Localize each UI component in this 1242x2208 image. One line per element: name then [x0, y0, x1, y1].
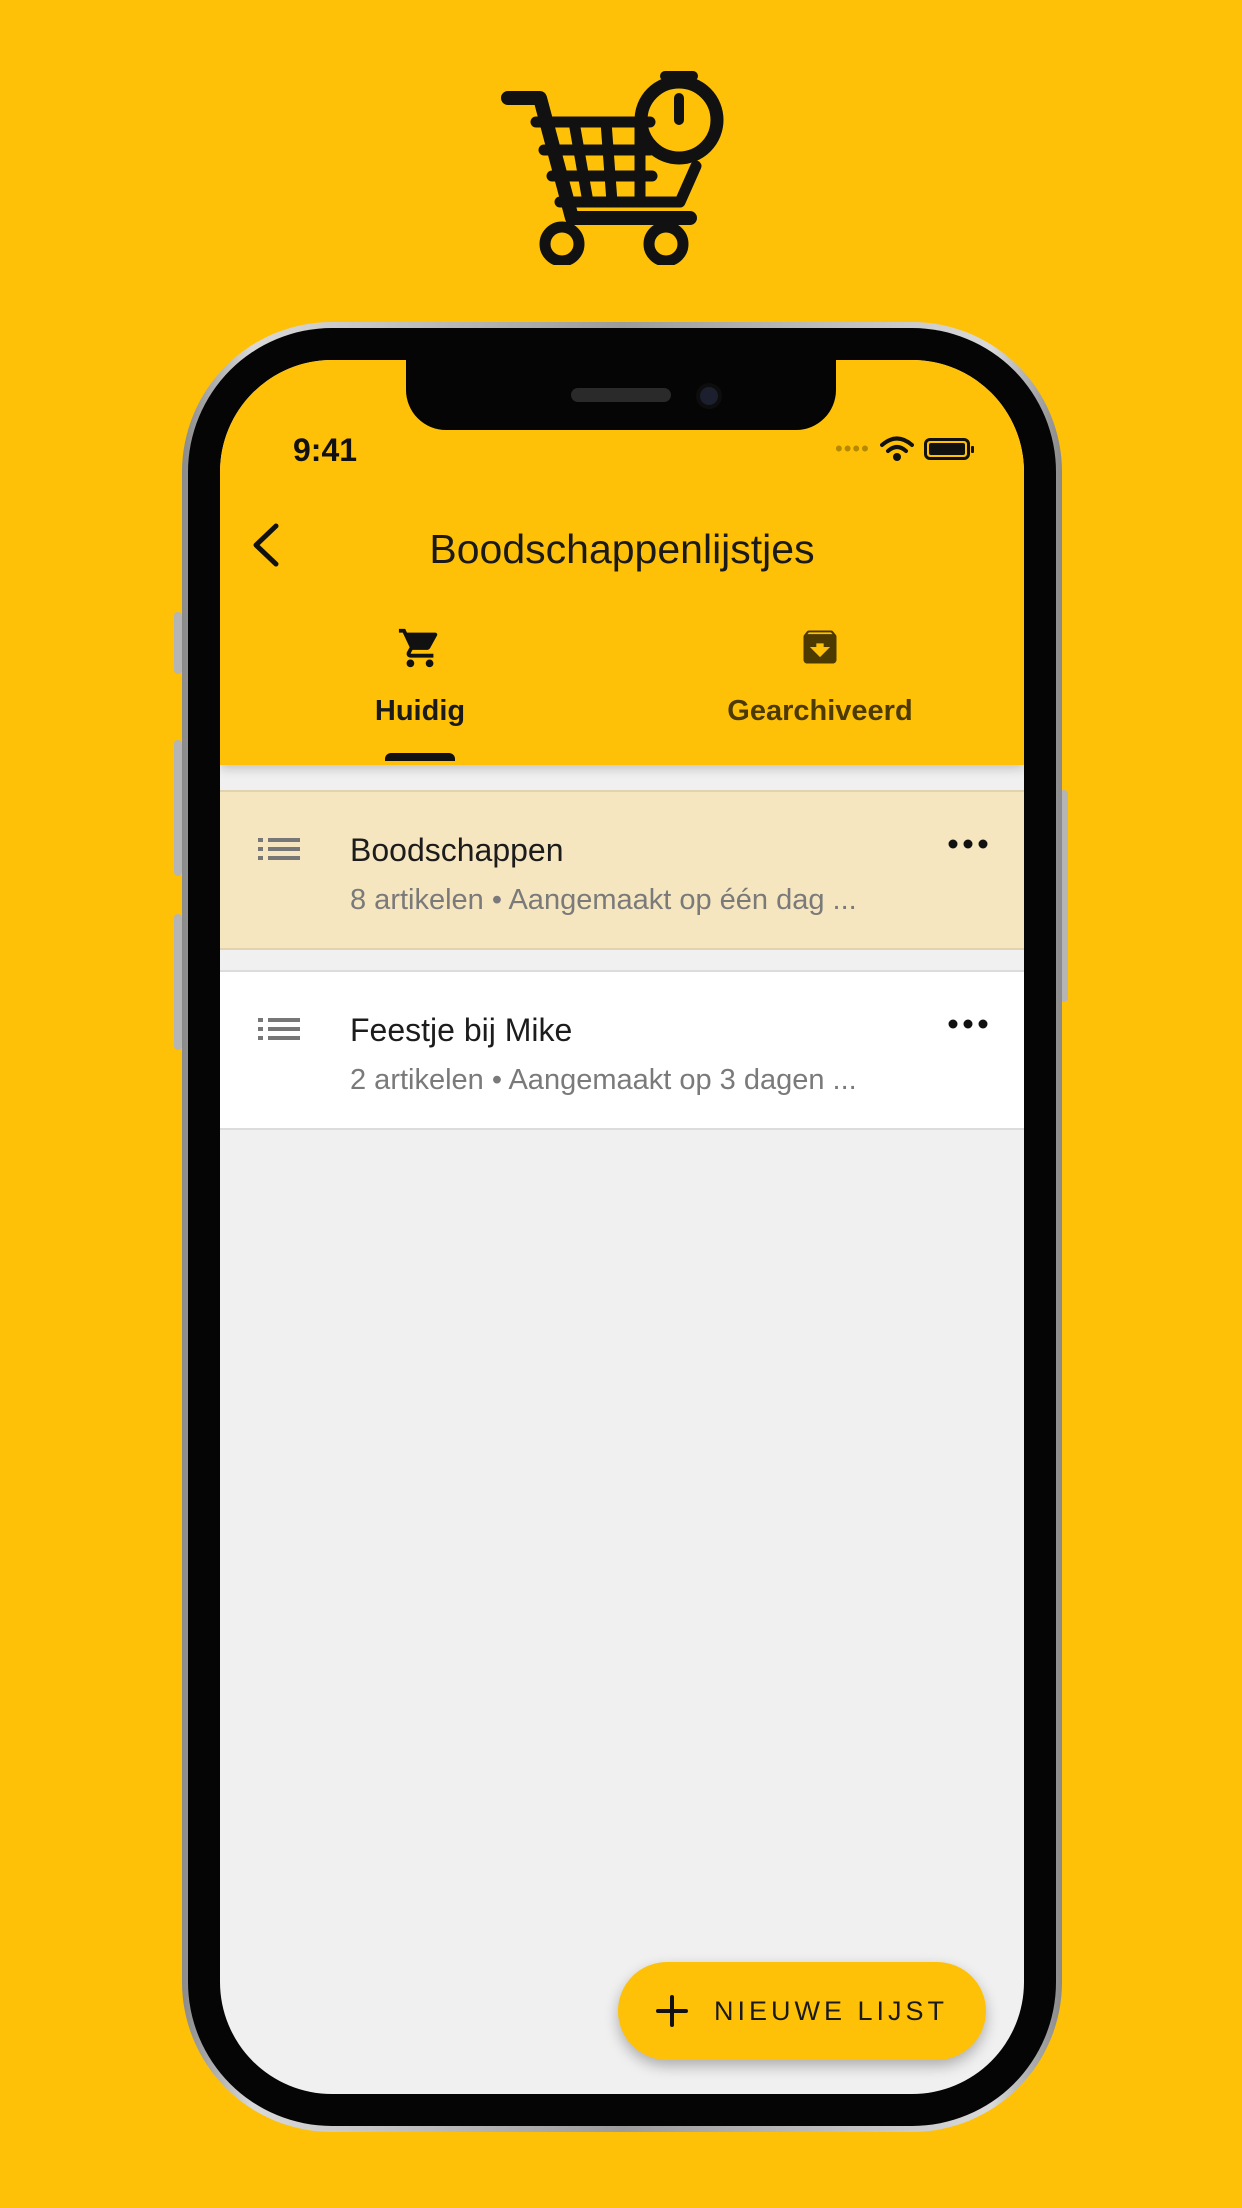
list-subtitle: 2 artikelen • Aangemaakt op 3 dagen ...: [350, 1064, 857, 1096]
more-horizontal-icon[interactable]: [948, 1018, 988, 1030]
shopping-cart-icon: [398, 628, 438, 668]
list-icon: [258, 838, 300, 860]
volume-up-button: [174, 740, 182, 876]
speaker: [571, 388, 671, 402]
page-title: Boodschappenlijstjes: [429, 526, 815, 572]
more-horizontal-icon[interactable]: [948, 838, 988, 850]
list-subtitle: 8 artikelen • Aangemaakt op één dag ...: [350, 884, 857, 916]
tab-indicator: [385, 753, 455, 761]
list-title: Feestje bij Mike: [350, 1012, 573, 1048]
mute-switch: [174, 612, 182, 674]
new-list-button[interactable]: NIEUWE LIJST: [618, 1962, 986, 2060]
notch: [406, 360, 836, 430]
list-item[interactable]: Boodschappen 8 artikelen • Aangemaakt op…: [220, 790, 1024, 950]
front-camera: [696, 383, 722, 409]
wifi-icon: [879, 436, 914, 461]
tab-archived[interactable]: Gearchiveerd: [620, 625, 1020, 728]
phone-bezel: 9:41 •••• Boodschappenlijstjes Huidig Ge…: [188, 328, 1056, 2126]
status-indicators: ••••: [835, 436, 974, 462]
list-title: Boodschappen: [350, 832, 564, 868]
list-item[interactable]: Feestje bij Mike 2 artikelen • Aangemaak…: [220, 970, 1024, 1130]
volume-down-button: [174, 914, 182, 1050]
tab-archived-label: Gearchiveerd: [727, 695, 913, 727]
tab-current-label: Huidig: [374, 695, 466, 727]
signal-icon: ••••: [835, 436, 870, 461]
archive-icon: [803, 630, 837, 664]
list-icon: [258, 1018, 300, 1040]
status-time: 9:41: [293, 432, 358, 468]
new-list-label: NIEUWE LIJST: [713, 1995, 949, 2026]
cart-timer-icon: [501, 71, 724, 265]
battery-icon: [923, 438, 974, 460]
tab-current[interactable]: Huidig: [220, 625, 620, 728]
app-screen: 9:41 •••• Boodschappenlijstjes Huidig Ge…: [220, 360, 1024, 2094]
phone-frame: 9:41 •••• Boodschappenlijstjes Huidig Ge…: [182, 322, 1062, 2132]
plus-icon: [655, 1995, 688, 2027]
